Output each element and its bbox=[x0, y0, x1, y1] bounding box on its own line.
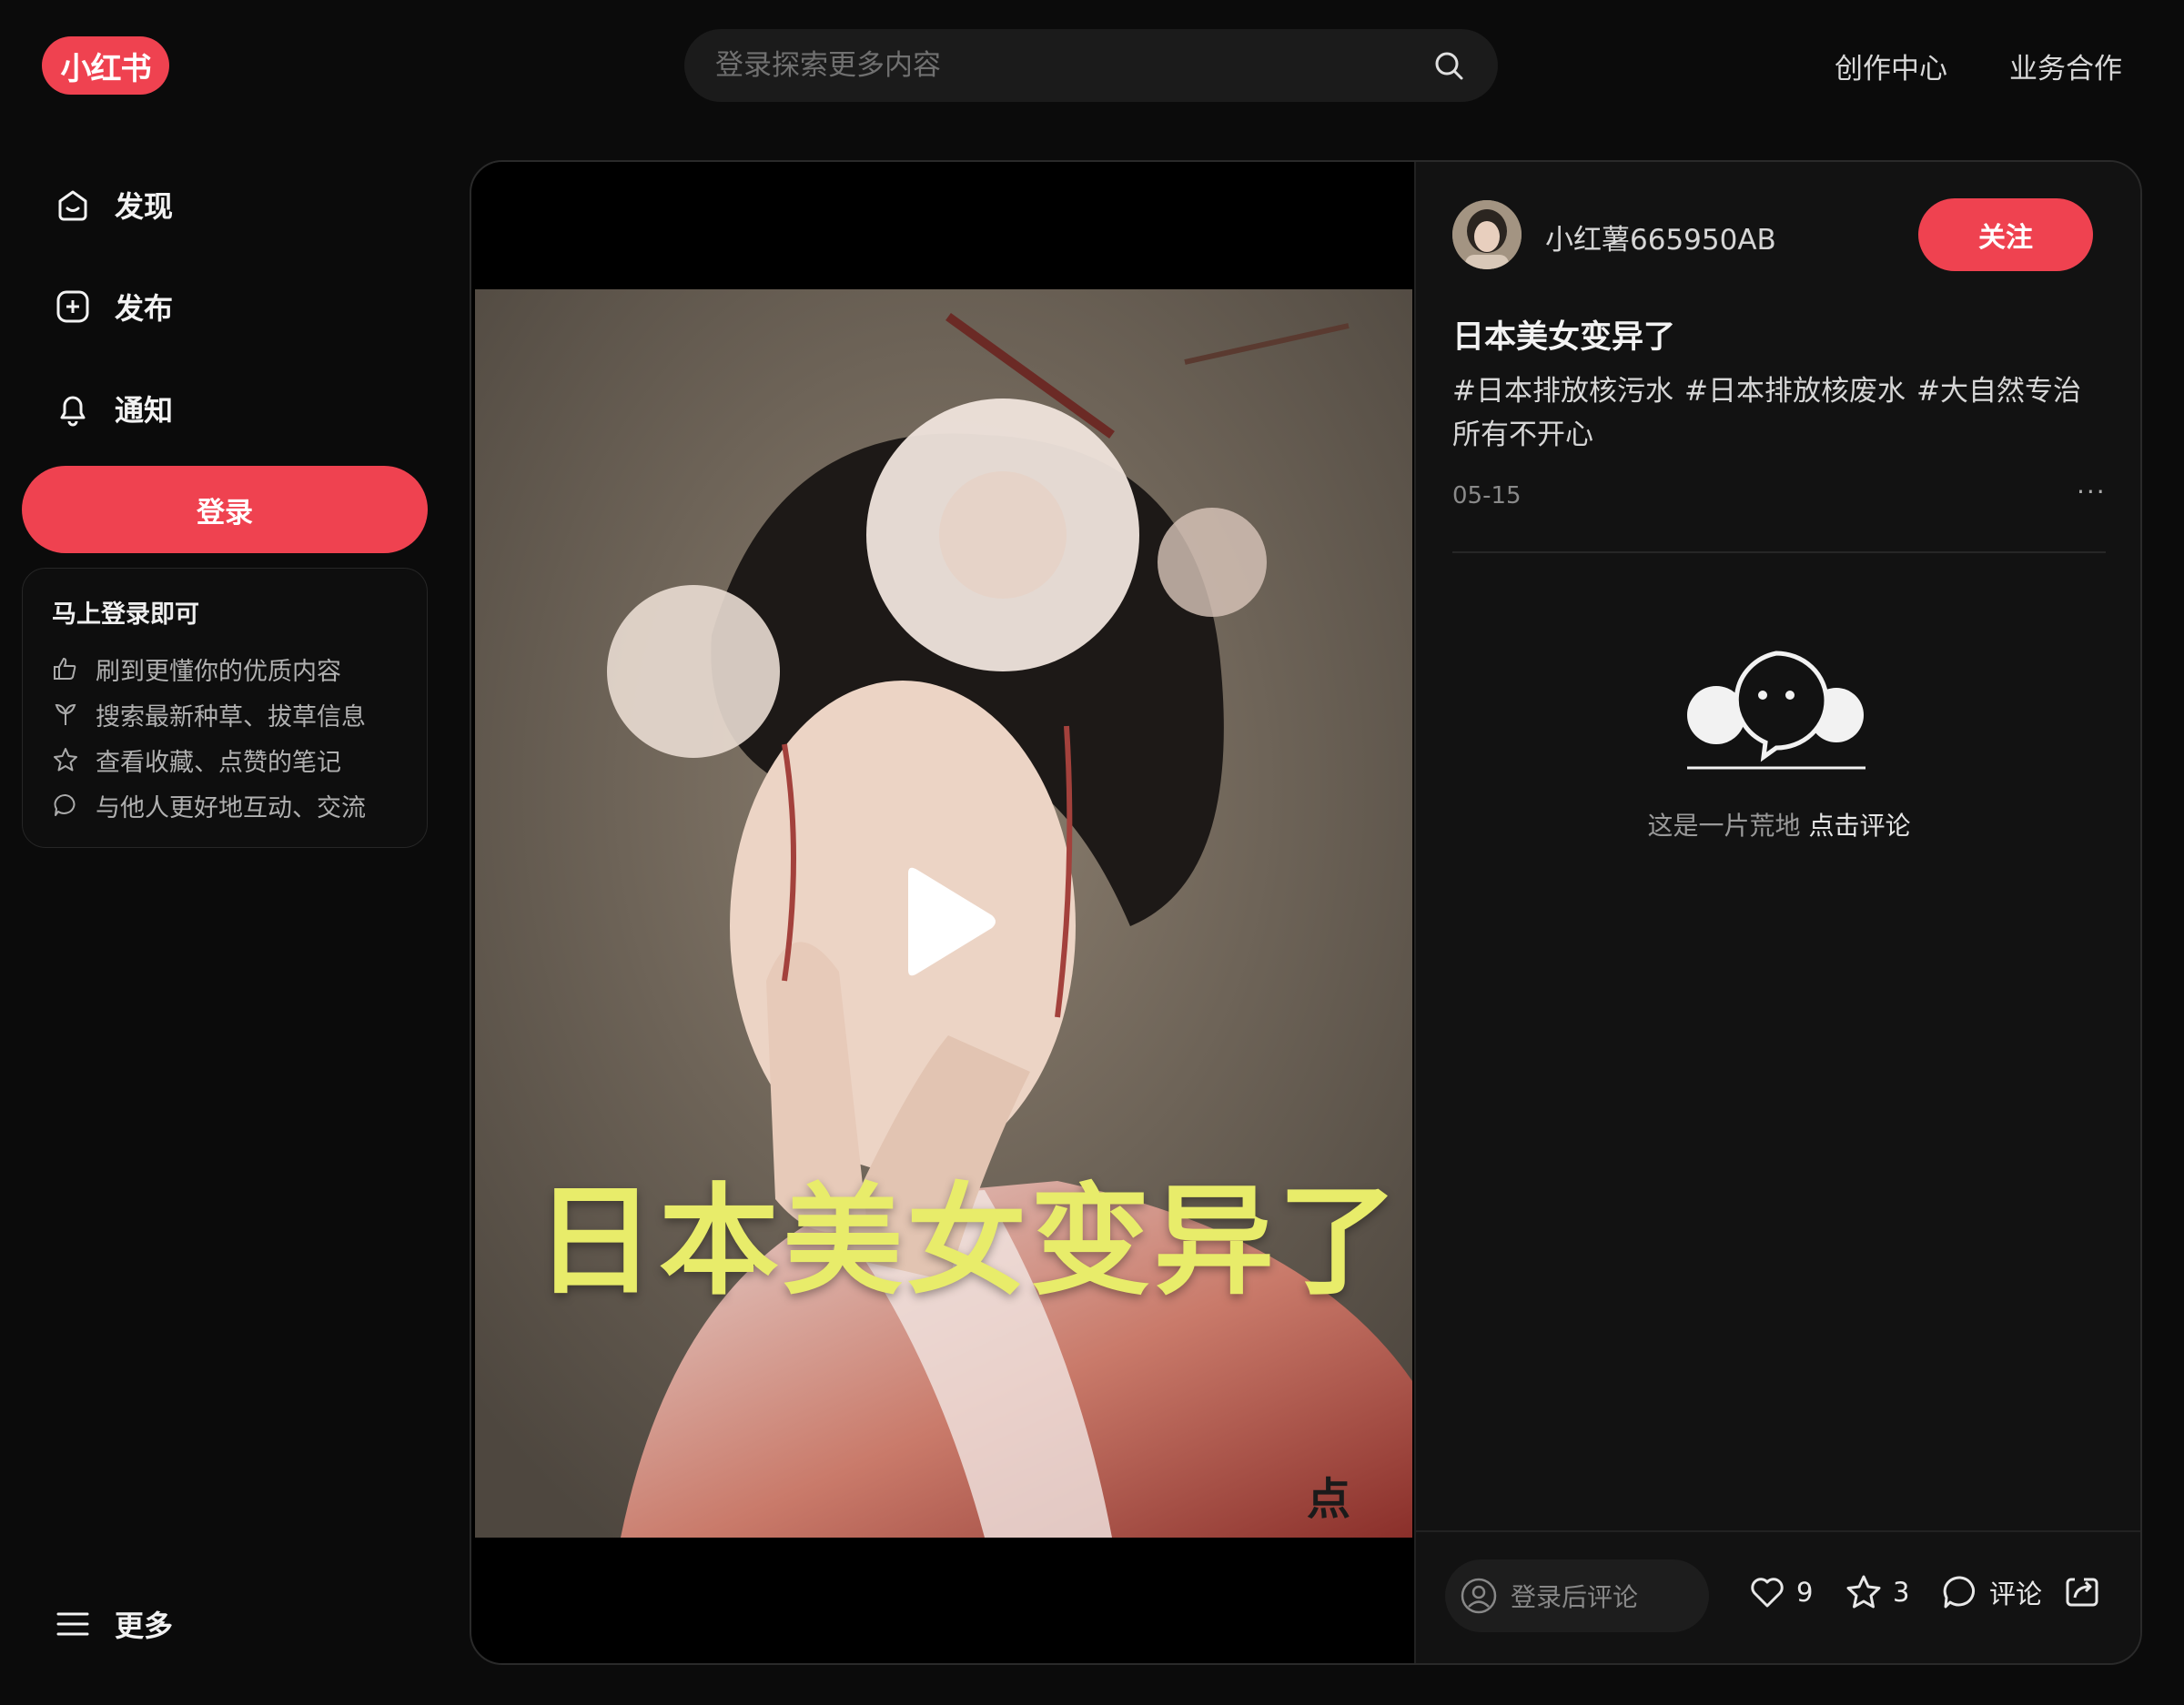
watermark: 点 bbox=[1307, 1474, 1351, 1525]
benefit-item: 刷到更懂你的优质内容 bbox=[52, 646, 398, 691]
benefit-text: 查看收藏、点赞的笔记 bbox=[96, 748, 341, 777]
empty-comments-text: 这是一片荒地 点击评论 bbox=[1416, 806, 2140, 842]
collect-count: 3 bbox=[1893, 1577, 1910, 1608]
sidebar-item-discover[interactable]: 发现 bbox=[53, 184, 173, 226]
sidebar-item-label: 通知 bbox=[115, 393, 174, 428]
engagement-bar: 登录后评论 9 3 评论 bbox=[1416, 1530, 2140, 1663]
empty-comments-illustration bbox=[1687, 651, 1866, 770]
hamburger-icon bbox=[56, 1612, 89, 1636]
comment-input[interactable]: 登录后评论 bbox=[1445, 1559, 1709, 1632]
divider bbox=[1452, 551, 2106, 553]
sidebar-item-label: 发现 bbox=[115, 189, 174, 224]
collect-button[interactable]: 3 bbox=[1844, 1572, 1909, 1612]
more-options-icon[interactable]: ··· bbox=[2077, 477, 2107, 507]
login-button[interactable]: 登录 bbox=[22, 466, 428, 553]
home-icon bbox=[58, 190, 87, 221]
benefit-item: 查看收藏、点赞的笔记 bbox=[52, 737, 398, 782]
more-label: 更多 bbox=[115, 1609, 174, 1643]
comment-placeholder: 登录后评论 bbox=[1511, 1582, 1639, 1612]
video-player[interactable]: 日本美女变异了 点 bbox=[471, 162, 1414, 1663]
benefit-text: 与他人更好地互动、交流 bbox=[96, 793, 366, 822]
like-button[interactable]: 9 bbox=[1747, 1572, 1813, 1612]
comment-icon bbox=[1943, 1576, 1975, 1609]
thumbs-up-icon bbox=[54, 657, 76, 680]
creator-center-link[interactable]: 创作中心 bbox=[1835, 45, 1947, 86]
share-icon bbox=[2066, 1578, 2098, 1607]
comment-cta-link[interactable]: 点击评论 bbox=[1808, 811, 1910, 841]
hashtag-link[interactable]: #日本排放核废水 bbox=[1684, 375, 1906, 408]
video-caption-overlay: 日本美女变异了 bbox=[535, 1172, 1401, 1312]
business-link[interactable]: 业务合作 bbox=[2009, 45, 2122, 86]
user-icon bbox=[1461, 1578, 1497, 1614]
sprout-icon bbox=[55, 703, 76, 725]
heart-icon bbox=[1751, 1578, 1784, 1608]
login-card-title: 马上登录即可 bbox=[52, 600, 199, 629]
more-menu[interactable]: 更多 bbox=[53, 1603, 173, 1645]
comment-button[interactable]: 评论 bbox=[1940, 1572, 2042, 1612]
search-icon[interactable] bbox=[1431, 47, 1467, 84]
star-icon bbox=[1846, 1575, 1881, 1609]
chat-bubble-icon bbox=[54, 793, 76, 816]
app-logo[interactable]: 小红书 bbox=[42, 36, 169, 95]
follow-button[interactable]: 关注 bbox=[1918, 198, 2093, 271]
avatar[interactable] bbox=[1452, 200, 1522, 269]
star-icon bbox=[54, 748, 77, 772]
benefit-item: 搜索最新种草、拔草信息 bbox=[52, 691, 398, 737]
note-date: 05-15 bbox=[1452, 482, 1522, 509]
note-tags: #日本排放核污水 #日本排放核废水 #大自然专治所有不开心 bbox=[1452, 369, 2108, 457]
author-name[interactable]: 小红薯665950AB bbox=[1545, 217, 1776, 257]
bell-icon bbox=[60, 396, 86, 427]
like-count: 9 bbox=[1796, 1577, 1814, 1608]
search-bar[interactable] bbox=[684, 29, 1498, 102]
play-icon[interactable] bbox=[899, 863, 999, 981]
sidebar-item-publish[interactable]: 发布 bbox=[53, 286, 173, 328]
sidebar-item-notifications[interactable]: 通知 bbox=[53, 388, 173, 429]
plus-square-icon bbox=[56, 290, 89, 323]
comment-label: 评论 bbox=[1989, 1579, 2043, 1609]
login-benefits-card: 马上登录即可 刷到更懂你的优质内容 搜索最新种草、拔草信息 查看收藏、点赞的笔记… bbox=[22, 568, 428, 848]
hashtag-link[interactable]: #日本排放核污水 bbox=[1452, 375, 1673, 408]
benefit-text: 刷到更懂你的优质内容 bbox=[96, 657, 341, 686]
sidebar-item-label: 发布 bbox=[115, 291, 174, 326]
benefit-text: 搜索最新种草、拔草信息 bbox=[96, 702, 366, 731]
note-detail: 日本美女变异了 点 小红薯665950AB 关注 日本美女变异了 #日本排放核污… bbox=[470, 160, 2142, 1665]
share-button[interactable] bbox=[2062, 1572, 2111, 1612]
benefit-item: 与他人更好地互动、交流 bbox=[52, 782, 398, 828]
note-title: 日本美女变异了 bbox=[1452, 319, 1676, 356]
note-side-panel: 小红薯665950AB 关注 日本美女变异了 #日本排放核污水 #日本排放核废水 #… bbox=[1414, 162, 2140, 1663]
empty-comments-message: 这是一片荒地 bbox=[1647, 811, 1801, 841]
search-input[interactable] bbox=[715, 49, 1431, 82]
